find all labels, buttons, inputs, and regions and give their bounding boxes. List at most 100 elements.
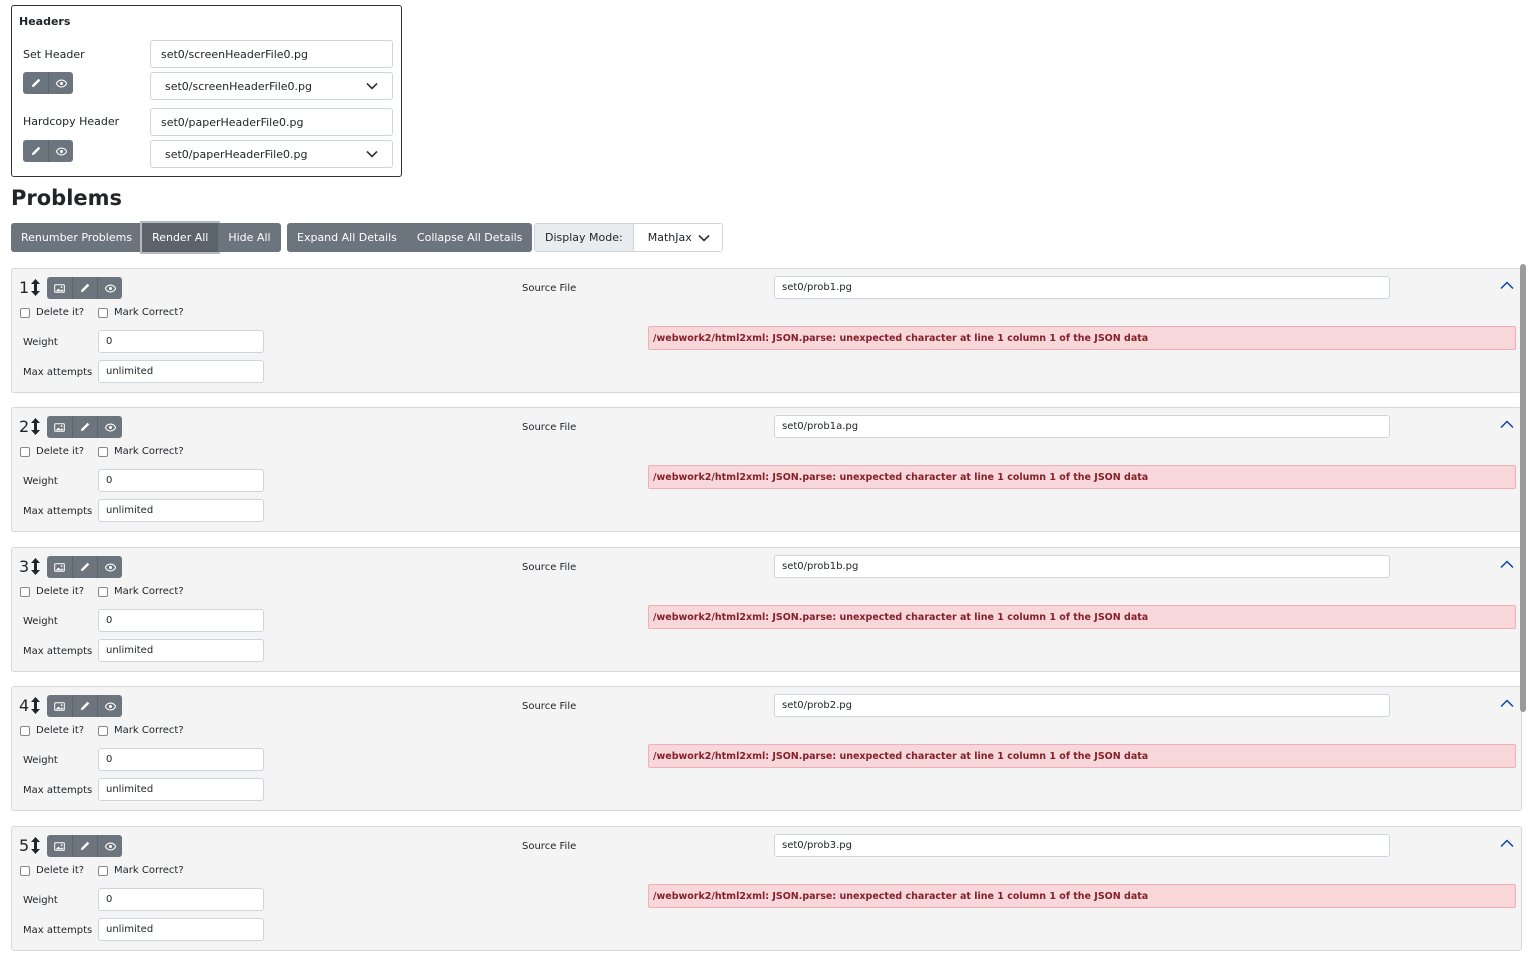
- image-icon[interactable]: [47, 277, 72, 299]
- delete-checkbox[interactable]: [20, 307, 30, 318]
- problem-card-1: 1 Source File Delete it? Mark Correct? W…: [11, 268, 1522, 393]
- delete-label: Delete it?: [36, 307, 85, 318]
- weight-label: Weight: [23, 476, 58, 487]
- set-header-select[interactable]: set0/screenHeaderFile0.pg: [150, 72, 393, 100]
- source-file-input[interactable]: [774, 276, 1390, 299]
- delete-checkbox-row[interactable]: Delete it?: [20, 586, 84, 597]
- problem-number: 1: [19, 278, 41, 297]
- max-attempts-input[interactable]: [98, 499, 264, 522]
- mark-correct-label: Mark Correct?: [114, 307, 184, 318]
- weight-input[interactable]: [98, 330, 264, 353]
- delete-label: Delete it?: [36, 586, 85, 597]
- hide-all-button[interactable]: Hide All: [218, 223, 281, 252]
- problem-number-text: 5: [19, 836, 30, 855]
- mark-correct-checkbox-row[interactable]: Mark Correct?: [98, 865, 184, 876]
- scrollbar[interactable]: [1520, 264, 1526, 712]
- delete-checkbox-row[interactable]: Delete it?: [20, 725, 84, 736]
- arrows-vertical-icon[interactable]: [31, 697, 41, 714]
- mark-correct-checkbox[interactable]: [98, 446, 108, 457]
- renumber-problems-button[interactable]: Renumber Problems: [11, 223, 143, 252]
- image-icon[interactable]: [47, 416, 72, 438]
- problem-number: 5: [19, 836, 41, 855]
- max-attempts-label: Max attempts: [23, 925, 93, 936]
- image-icon[interactable]: [47, 835, 72, 857]
- weight-input[interactable]: [98, 609, 264, 632]
- mark-correct-checkbox[interactable]: [98, 586, 108, 597]
- problem-number: 4: [19, 696, 41, 715]
- image-icon[interactable]: [47, 695, 72, 717]
- chevron-up-icon[interactable]: [1500, 699, 1514, 708]
- delete-checkbox-row[interactable]: Delete it?: [20, 446, 84, 457]
- mark-correct-label: Mark Correct?: [114, 586, 184, 597]
- problems-title: Problems: [11, 186, 123, 210]
- mark-correct-checkbox-row[interactable]: Mark Correct?: [98, 725, 184, 736]
- pencil-icon[interactable]: [23, 72, 48, 94]
- chevron-up-icon[interactable]: [1500, 420, 1514, 429]
- details-button-group: Expand All Details Collapse All Details: [287, 223, 533, 252]
- problem-number-text: 1: [19, 278, 30, 297]
- mark-correct-checkbox-row[interactable]: Mark Correct?: [98, 446, 184, 457]
- image-icon[interactable]: [47, 556, 72, 578]
- delete-checkbox[interactable]: [20, 865, 30, 876]
- pencil-icon[interactable]: [72, 416, 97, 438]
- source-file-label: Source File: [522, 701, 577, 712]
- eye-icon[interactable]: [97, 277, 122, 299]
- mark-correct-checkbox[interactable]: [98, 307, 108, 318]
- source-file-input[interactable]: [774, 694, 1390, 717]
- set-header-input[interactable]: [150, 40, 393, 68]
- mark-correct-checkbox[interactable]: [98, 865, 108, 876]
- source-file-input[interactable]: [774, 415, 1390, 438]
- headers-panel: Headers Set Header set0/screenHeaderFile…: [11, 5, 402, 177]
- arrows-vertical-icon[interactable]: [31, 558, 41, 575]
- display-mode-label: Display Mode:: [535, 224, 634, 251]
- eye-icon[interactable]: [97, 416, 122, 438]
- chevron-up-icon[interactable]: [1500, 281, 1514, 290]
- hardcopy-header-label: Hardcopy Header: [23, 115, 120, 128]
- render-error-message: /webwork2/html2xml: JSON.parse: unexpect…: [648, 884, 1516, 908]
- max-attempts-input[interactable]: [98, 360, 264, 383]
- expand-all-details-button[interactable]: Expand All Details: [287, 223, 407, 252]
- hardcopy-header-select[interactable]: set0/paperHeaderFile0.pg: [150, 140, 393, 168]
- delete-checkbox-row[interactable]: Delete it?: [20, 865, 84, 876]
- eye-icon[interactable]: [97, 835, 122, 857]
- delete-checkbox[interactable]: [20, 586, 30, 597]
- eye-icon[interactable]: [97, 556, 122, 578]
- mark-correct-checkbox[interactable]: [98, 725, 108, 736]
- mark-correct-checkbox-row[interactable]: Mark Correct?: [98, 586, 184, 597]
- weight-label: Weight: [23, 755, 58, 766]
- render-button-group: Renumber Problems Render All Hide All: [11, 223, 281, 252]
- chevron-up-icon[interactable]: [1500, 839, 1514, 848]
- max-attempts-input[interactable]: [98, 918, 264, 941]
- display-mode-control: Display Mode: MathJax: [534, 223, 723, 252]
- chevron-up-icon[interactable]: [1500, 560, 1514, 569]
- delete-checkbox[interactable]: [20, 725, 30, 736]
- pencil-icon[interactable]: [72, 695, 97, 717]
- problem-card-5: 5 Source File Delete it? Mark Correct? W…: [11, 826, 1522, 951]
- delete-checkbox[interactable]: [20, 446, 30, 457]
- delete-checkbox-row[interactable]: Delete it?: [20, 307, 84, 318]
- display-mode-select[interactable]: MathJax: [633, 224, 722, 251]
- weight-input[interactable]: [98, 469, 264, 492]
- source-file-input[interactable]: [774, 834, 1390, 857]
- pencil-icon[interactable]: [72, 556, 97, 578]
- collapse-all-details-button[interactable]: Collapse All Details: [406, 223, 533, 252]
- weight-input[interactable]: [98, 748, 264, 771]
- eye-icon[interactable]: [48, 140, 73, 162]
- arrows-vertical-icon[interactable]: [31, 837, 41, 854]
- eye-icon[interactable]: [48, 72, 73, 94]
- render-error-message: /webwork2/html2xml: JSON.parse: unexpect…: [648, 465, 1516, 489]
- problem-card-4: 4 Source File Delete it? Mark Correct? W…: [11, 686, 1522, 811]
- arrows-vertical-icon[interactable]: [31, 279, 41, 296]
- weight-input[interactable]: [98, 888, 264, 911]
- render-all-button[interactable]: Render All: [142, 223, 219, 252]
- mark-correct-checkbox-row[interactable]: Mark Correct?: [98, 307, 184, 318]
- eye-icon[interactable]: [97, 695, 122, 717]
- pencil-icon[interactable]: [72, 835, 97, 857]
- arrows-vertical-icon[interactable]: [31, 418, 41, 435]
- hardcopy-header-input[interactable]: [150, 108, 393, 136]
- max-attempts-input[interactable]: [98, 639, 264, 662]
- pencil-icon[interactable]: [72, 277, 97, 299]
- source-file-input[interactable]: [774, 555, 1390, 578]
- max-attempts-input[interactable]: [98, 778, 264, 801]
- pencil-icon[interactable]: [23, 140, 48, 162]
